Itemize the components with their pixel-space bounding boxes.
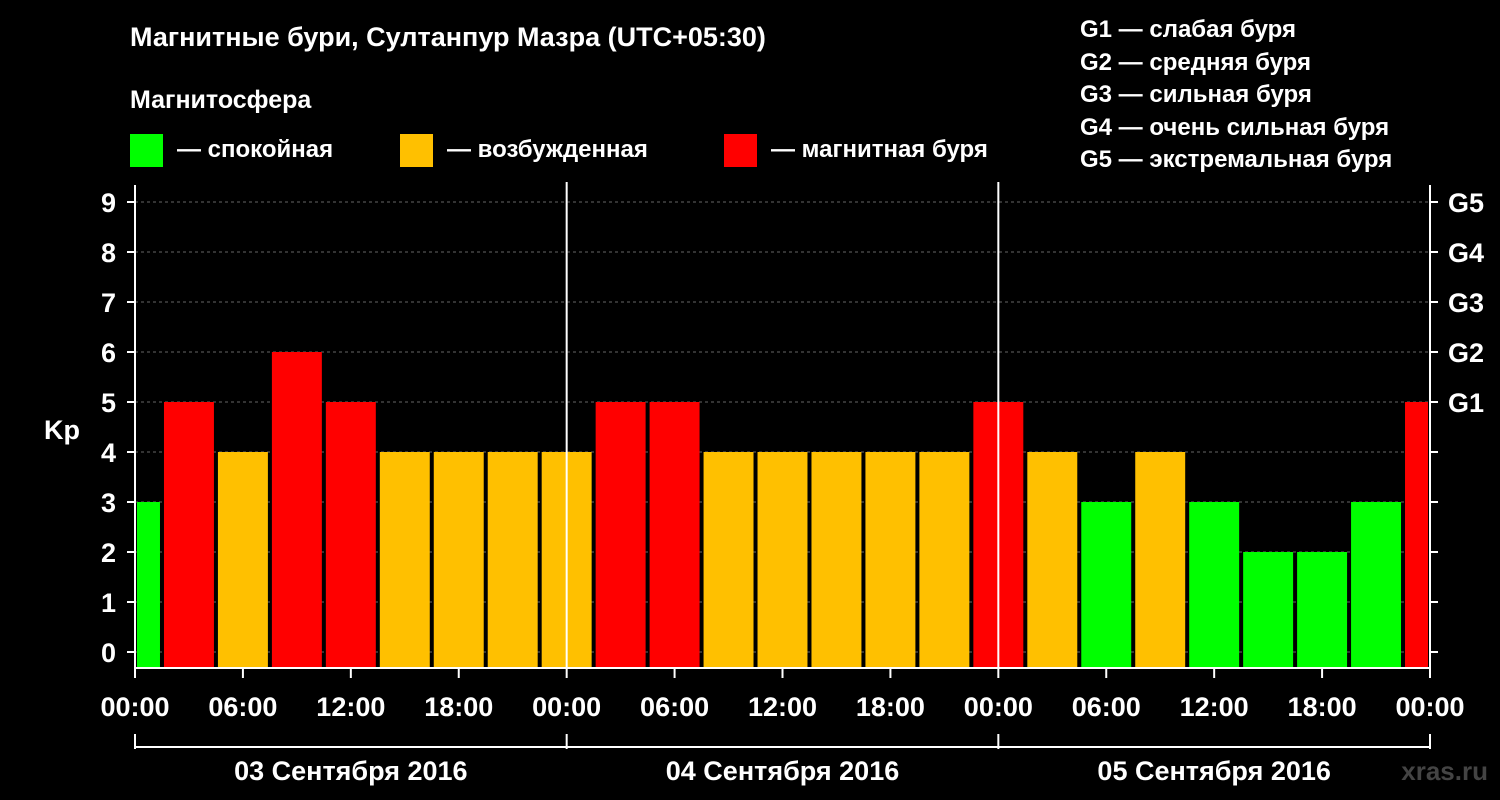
kp-bar xyxy=(1189,502,1240,668)
y-tick-label: 5 xyxy=(101,388,116,418)
x-tick-label: 18:00 xyxy=(856,692,925,722)
y-tick-label: 9 xyxy=(101,188,116,218)
y-tick-label: 4 xyxy=(101,438,116,468)
kp-bar xyxy=(1351,502,1402,668)
g-tick-label: G4 xyxy=(1448,238,1484,268)
watermark: xras.ru xyxy=(1401,756,1488,786)
x-tick-label: 06:00 xyxy=(208,692,277,722)
kp-bar xyxy=(757,452,808,668)
kp-bar xyxy=(433,452,484,668)
kp-bar xyxy=(271,352,322,668)
kp-bar xyxy=(1243,552,1294,668)
g-tick-label: G2 xyxy=(1448,338,1484,368)
kp-bar xyxy=(217,452,268,668)
kp-bar xyxy=(865,452,916,668)
x-tick-label: 00:00 xyxy=(100,692,169,722)
x-tick-label: 12:00 xyxy=(1180,692,1249,722)
kp-bar xyxy=(1405,402,1428,668)
g-tick-label: G3 xyxy=(1448,288,1484,318)
kp-bar xyxy=(163,402,214,668)
g-tick-label: G5 xyxy=(1448,188,1484,218)
day-label: 05 Сентября 2016 xyxy=(1097,756,1330,786)
kp-bar xyxy=(379,452,430,668)
y-tick-label: 7 xyxy=(101,288,116,318)
kp-bar xyxy=(703,452,754,668)
day-label: 03 Сентября 2016 xyxy=(234,756,467,786)
kp-bar xyxy=(1135,452,1186,668)
kp-bar xyxy=(919,452,970,668)
kp-bar xyxy=(325,402,376,668)
kp-bar xyxy=(1297,552,1348,668)
x-tick-label: 12:00 xyxy=(748,692,817,722)
kp-bar xyxy=(811,452,862,668)
x-tick-label: 06:00 xyxy=(1072,692,1141,722)
y-tick-label: 0 xyxy=(101,638,116,668)
y-tick-label: 2 xyxy=(101,538,116,568)
x-tick-label: 18:00 xyxy=(1288,692,1357,722)
x-tick-label: 06:00 xyxy=(640,692,709,722)
y-tick-label: 6 xyxy=(101,338,116,368)
x-tick-label: 00:00 xyxy=(964,692,1033,722)
kp-bar xyxy=(649,402,700,668)
g-tick-label: G1 xyxy=(1448,388,1484,418)
kp-bar xyxy=(487,452,538,668)
kp-bar xyxy=(595,402,646,668)
day-label: 04 Сентября 2016 xyxy=(666,756,899,786)
x-tick-label: 12:00 xyxy=(316,692,385,722)
y-tick-label: 8 xyxy=(101,238,116,268)
bars-layer xyxy=(137,352,1428,668)
y-tick-label: 1 xyxy=(101,588,116,618)
x-tick-label: 18:00 xyxy=(424,692,493,722)
y-tick-label: 3 xyxy=(101,488,116,518)
y-axis-label: Kp xyxy=(44,415,80,445)
x-tick-label: 00:00 xyxy=(1395,692,1464,722)
kp-bar xyxy=(1081,502,1132,668)
kp-bar xyxy=(1027,452,1078,668)
kp-bar-chart: 0 1 2 3 4 5 6 7 8 9 G1 G2 G3 G4 G5 00:00 06:00 12:00 18:00… xyxy=(44,182,1484,786)
kp-bar xyxy=(137,502,160,668)
x-tick-label: 00:00 xyxy=(532,692,601,722)
